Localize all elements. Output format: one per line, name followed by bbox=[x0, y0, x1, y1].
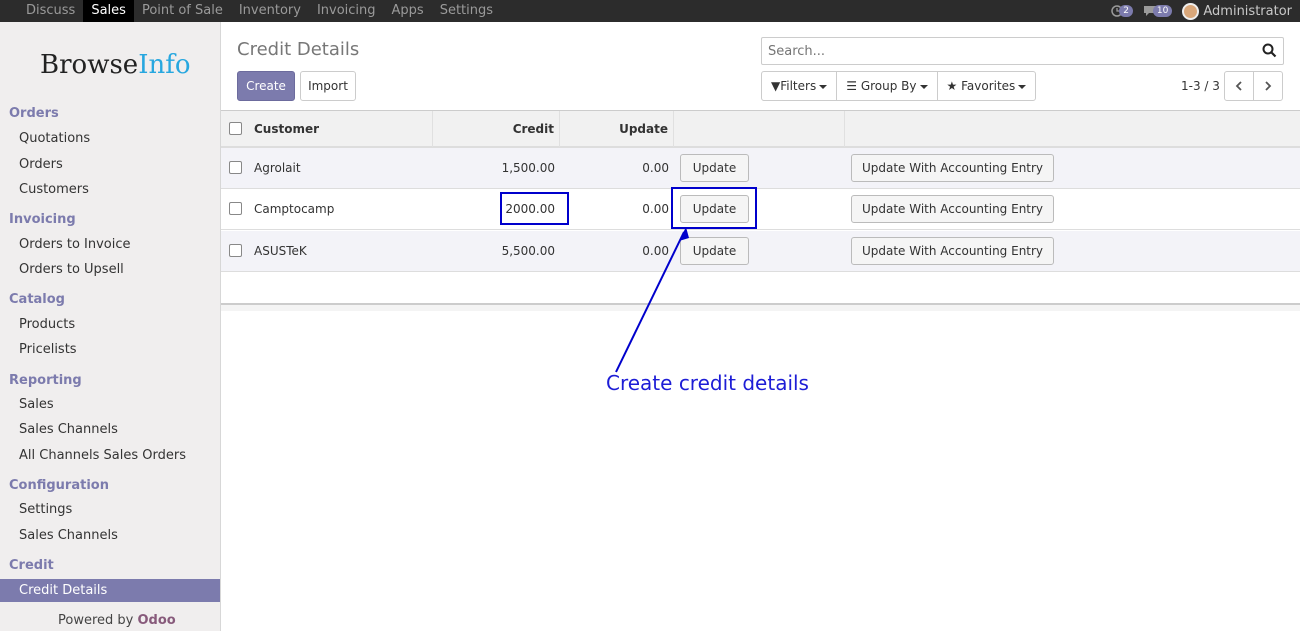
annotation-text: Create credit details bbox=[606, 371, 809, 395]
annotation-arrow bbox=[615, 227, 689, 373]
